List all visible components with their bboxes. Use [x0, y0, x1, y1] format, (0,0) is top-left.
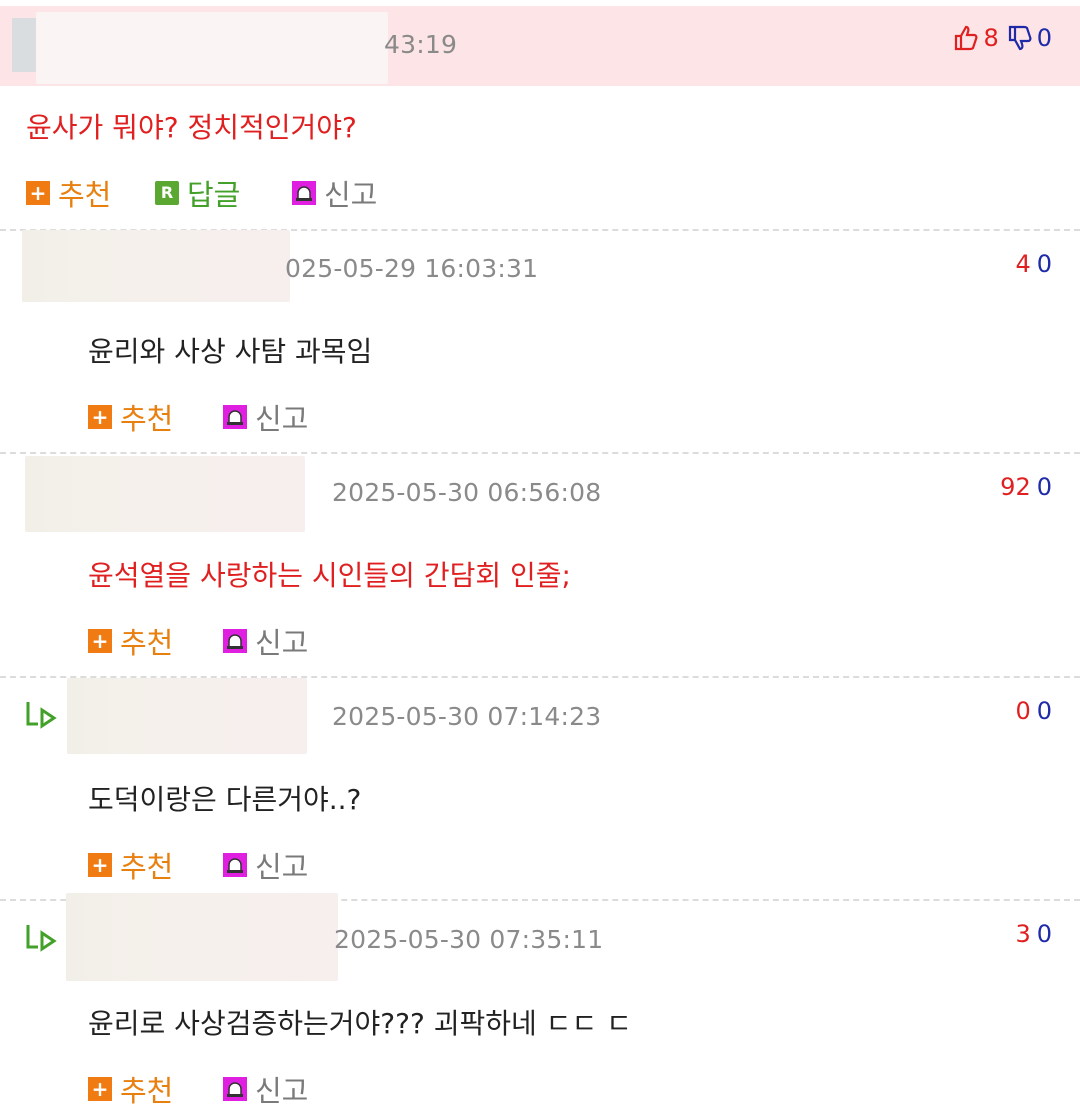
alarm-bell-icon: [223, 405, 247, 429]
report-button[interactable]: 신고: [223, 844, 308, 886]
recommend-button[interactable]: + 추천: [88, 1068, 173, 1110]
downvote-count[interactable]: 0: [1037, 697, 1052, 725]
post-reply-button[interactable]: R 답글: [155, 172, 240, 214]
thumbs-down-icon[interactable]: [1007, 24, 1033, 52]
plus-icon: +: [88, 1077, 112, 1101]
comment-votes: 00: [1015, 697, 1052, 725]
recommend-button[interactable]: + 추천: [88, 844, 173, 886]
report-button[interactable]: 신고: [223, 1068, 308, 1110]
avatar: [12, 18, 36, 72]
recommend-button[interactable]: + 추천: [88, 620, 173, 662]
alarm-bell-icon: [223, 629, 247, 653]
alarm-bell-icon: [223, 853, 247, 877]
report-button[interactable]: 신고: [223, 396, 308, 438]
downvote-count[interactable]: 0: [1037, 250, 1052, 278]
author-name-blurred: [36, 12, 388, 84]
comment-author-blurred: [66, 893, 338, 981]
reply-arrow-icon: [24, 923, 60, 957]
upvote-count: 8: [983, 24, 999, 52]
comment-date: 025-05-29 16:03:31: [285, 254, 539, 283]
post-recommend-button[interactable]: + 추천: [26, 172, 111, 214]
post-report-button[interactable]: 신고: [292, 172, 377, 214]
post-time: 43:19: [384, 30, 458, 59]
comment-date: 2025-05-30 07:35:11: [334, 925, 604, 954]
alarm-bell-icon: [223, 1077, 247, 1101]
comment-votes: 30: [1015, 920, 1052, 948]
downvote-count: 0: [1036, 24, 1052, 52]
post-content: 윤사가 뭐야? 정치적인거야?: [26, 111, 357, 144]
comment-votes: 40: [1015, 250, 1052, 278]
plus-icon: +: [88, 853, 112, 877]
recommend-button[interactable]: + 추천: [88, 396, 173, 438]
comment-content: 윤리와 사상 사탐 과목임: [88, 335, 373, 368]
upvote-count[interactable]: 92: [1000, 473, 1031, 501]
comment-date: 2025-05-30 07:14:23: [332, 702, 602, 731]
comment-votes: 92 0: [1000, 473, 1052, 501]
report-button[interactable]: 신고: [223, 620, 308, 662]
comment-author-blurred: [25, 456, 305, 532]
alarm-bell-icon: [292, 181, 316, 205]
downvote-count[interactable]: 0: [1037, 473, 1052, 501]
post-votes: 8 0: [953, 24, 1052, 52]
reply-arrow-icon: [24, 700, 60, 734]
comment-content: 윤리로 사상검증하는거야??? 괴팍하네 ㄷㄷ ㄷ: [88, 1007, 632, 1040]
downvote-count[interactable]: 0: [1037, 920, 1052, 948]
thumbs-up-icon[interactable]: [953, 24, 979, 52]
comment-author-blurred: [22, 230, 290, 302]
plus-icon: +: [88, 405, 112, 429]
reply-r-icon: R: [155, 181, 179, 205]
divider: [0, 452, 1080, 454]
comment-date: 2025-05-30 06:56:08: [332, 478, 602, 507]
comment-author-blurred: [67, 678, 307, 754]
upvote-count[interactable]: 3: [1015, 920, 1030, 948]
upvote-count[interactable]: 0: [1015, 697, 1030, 725]
upvote-count[interactable]: 4: [1015, 250, 1030, 278]
comment-content: 윤석열을 사랑하는 시인들의 간담회 인줄;: [88, 559, 571, 592]
comment-content: 도덕이랑은 다른거야..?: [88, 783, 362, 816]
plus-icon: +: [26, 181, 50, 205]
plus-icon: +: [88, 629, 112, 653]
